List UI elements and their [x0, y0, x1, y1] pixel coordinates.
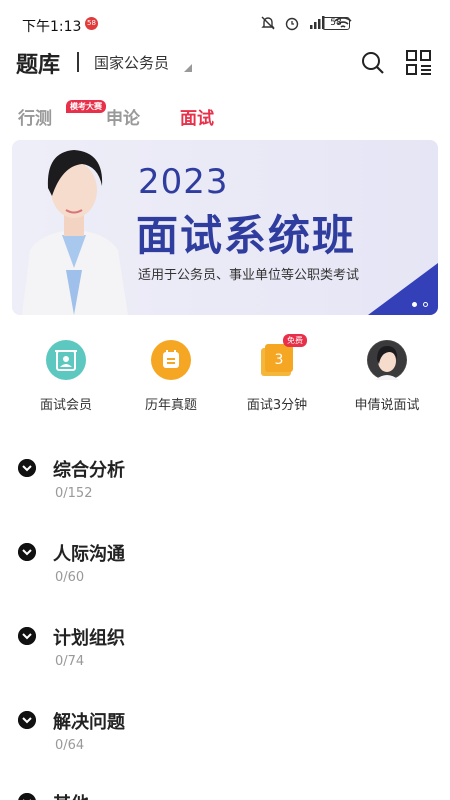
chevron-down-icon[interactable]: [18, 711, 36, 729]
member-card-icon: [46, 340, 86, 380]
banner-year: 2023: [138, 162, 229, 202]
exam-type-selector[interactable]: 国家公务员: [94, 52, 169, 73]
quick-action-member[interactable]: 面试会员: [11, 340, 121, 413]
category-name: 人际沟通: [53, 544, 125, 565]
chevron-down-icon[interactable]: [18, 627, 36, 645]
tab-mianshi[interactable]: 面试: [180, 104, 214, 129]
indicator-dot: [423, 302, 428, 307]
category-name: 综合分析: [53, 460, 125, 481]
subject-tabs: 行测 模考大赛 申论 面试: [0, 100, 450, 136]
list-item[interactable]: 综合分析 0/152: [0, 453, 450, 513]
battery-indicator: 58: [322, 17, 350, 30]
search-icon[interactable]: [360, 50, 386, 76]
calendar-icon: [151, 340, 191, 380]
free-badge: 免费: [283, 334, 307, 347]
header-divider: [77, 52, 79, 72]
notification-badge: 58: [85, 17, 98, 30]
banner-subtitle: 适用于公务员、事业单位等公职类考试: [138, 268, 360, 283]
banner-headline: 面试系统班: [136, 211, 357, 260]
category-count: 0/60: [55, 570, 85, 585]
page-title: 题库: [16, 53, 61, 78]
status-time: 下午1:13: [22, 19, 82, 35]
category-count: 0/64: [55, 738, 85, 753]
list-item[interactable]: 计划组织 0/74: [0, 621, 450, 681]
list-item[interactable]: 人际沟通 0/60: [0, 537, 450, 597]
tab-shenlun[interactable]: 申论: [106, 104, 140, 129]
quick-actions: 面试会员 历年真题 3 免费 面试3分钟 申倩说面试: [0, 334, 450, 420]
banner-corner-decoration: [368, 263, 438, 315]
tab-xingce[interactable]: 行测 模考大赛: [18, 100, 106, 129]
chevron-down-icon[interactable]: [18, 793, 36, 800]
tab-label: 行测: [18, 109, 52, 129]
category-count: 0/74: [55, 654, 85, 669]
dropdown-triangle-icon[interactable]: [184, 64, 192, 72]
chevron-down-icon[interactable]: [18, 459, 36, 477]
alarm-icon: [285, 17, 299, 31]
quick-action-3min[interactable]: 3 免费 面试3分钟: [222, 334, 332, 413]
quick-action-label: 面试会员: [39, 398, 92, 413]
app-header: 题库 国家公务员: [0, 42, 450, 82]
tab-label: 面试: [180, 109, 214, 129]
category-name: 计划组织: [53, 628, 125, 649]
promo-banner[interactable]: 2023 面试系统班 适用于公务员、事业单位等公职类考试: [12, 140, 438, 315]
category-name: 其他: [53, 790, 89, 800]
grid-list-icon[interactable]: [405, 49, 433, 77]
quick-action-label: 历年真题: [144, 398, 197, 413]
quick-action-past-papers[interactable]: 历年真题: [116, 340, 226, 413]
status-bar: 下午1:13 58 58: [0, 0, 450, 40]
instructor-photo: [22, 150, 128, 315]
category-name: 解决问题: [53, 712, 125, 733]
book-3-icon: 3 免费: [257, 334, 307, 380]
quick-action-label: 面试3分钟: [246, 398, 308, 413]
banner-page-indicator: [412, 302, 428, 307]
list-item[interactable]: 解决问题 0/64: [0, 705, 450, 765]
mock-exam-badge: 模考大赛: [66, 100, 106, 113]
chevron-down-icon[interactable]: [18, 543, 36, 561]
list-item[interactable]: 其他: [0, 787, 450, 800]
book-number: 3: [275, 352, 284, 368]
tab-label: 申论: [106, 109, 140, 129]
avatar-icon: [367, 340, 407, 380]
quick-action-label: 申倩说面试: [354, 398, 420, 413]
quick-action-instructor[interactable]: 申倩说面试: [332, 340, 442, 413]
indicator-dot-active: [412, 302, 417, 307]
mute-bell-icon: [261, 16, 275, 30]
category-count: 0/152: [55, 486, 93, 501]
